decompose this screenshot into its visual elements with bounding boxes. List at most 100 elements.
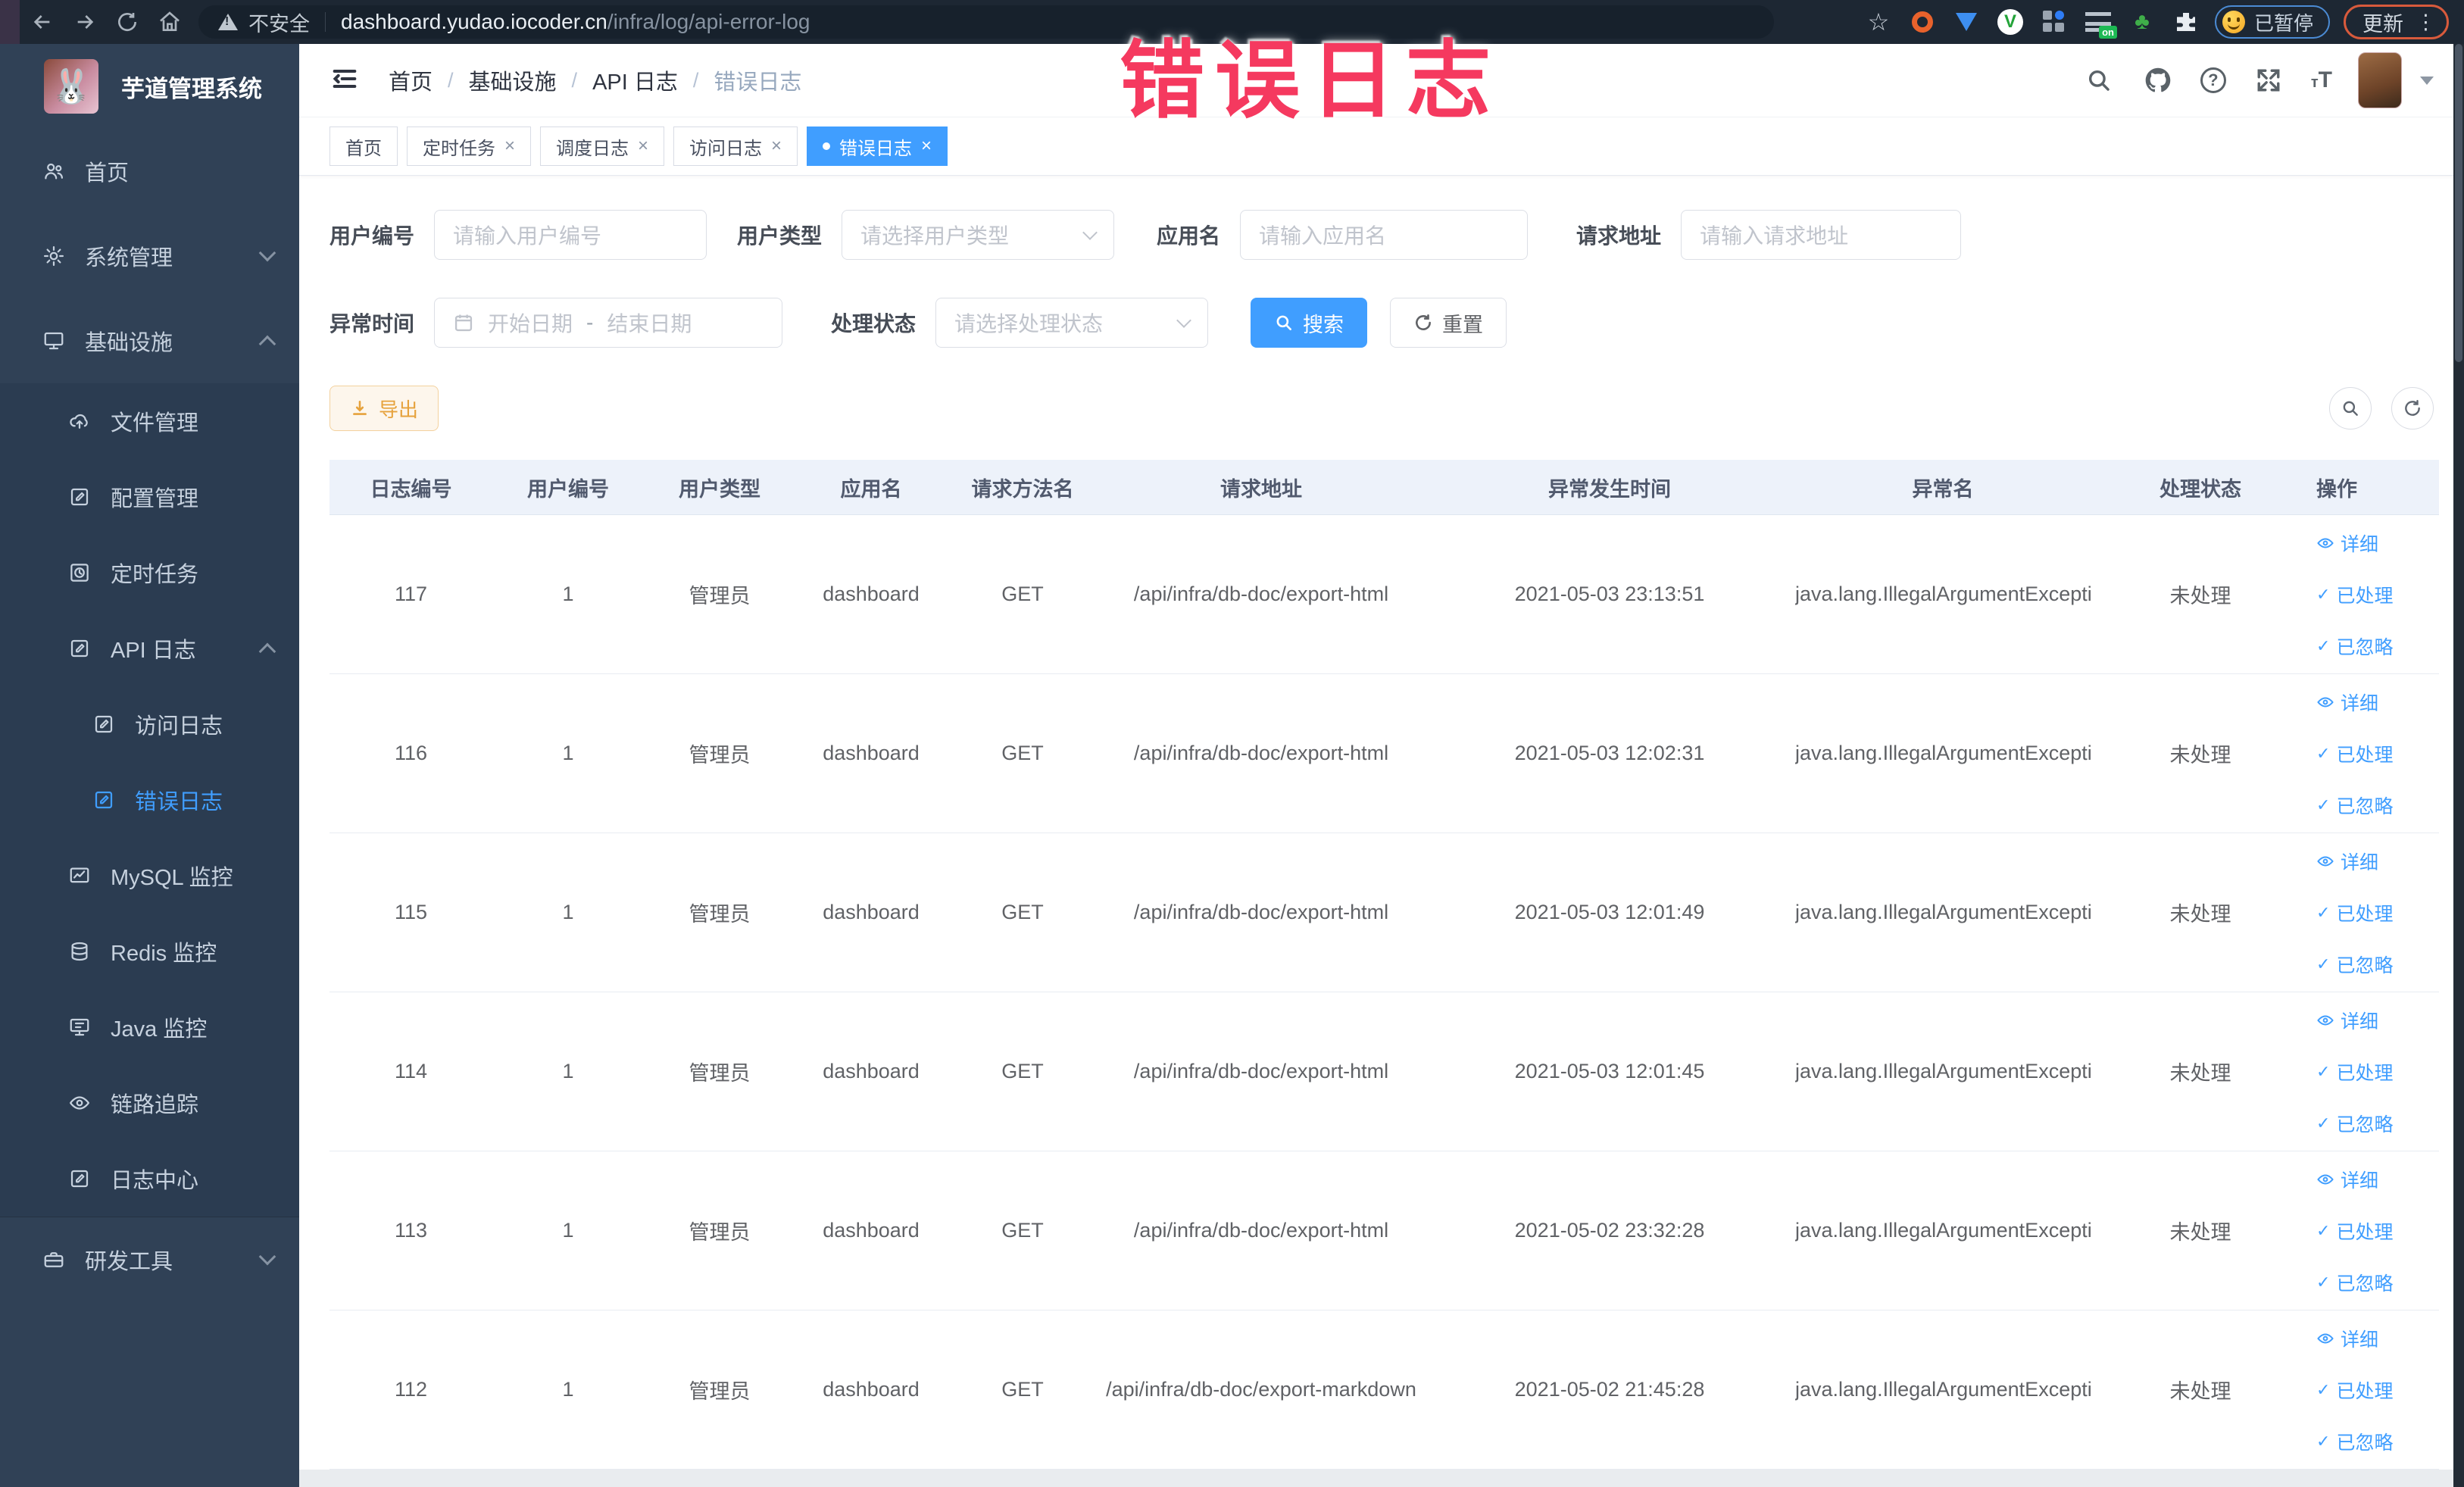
cell-method: GET <box>1001 1378 1044 1401</box>
mark-ignored-link[interactable]: ✓ 已忽略 <box>2316 633 2393 660</box>
table-header-row: 日志编号 用户编号 用户类型 应用名 请求方法名 请求地址 异常发生时间 异常名… <box>329 460 2439 515</box>
close-icon[interactable]: × <box>771 136 782 157</box>
refresh-table-button[interactable] <box>2391 387 2434 430</box>
extension-leaf-icon[interactable]: ♣ <box>2127 7 2157 37</box>
tag-schedule-log[interactable]: 调度日志 × <box>540 127 665 166</box>
sidebar-item-java-monitor[interactable]: Java 监控 <box>0 989 299 1065</box>
bookmark-star-icon[interactable]: ☆ <box>1863 7 1894 37</box>
user-type-label: 用户类型 <box>737 224 823 248</box>
browser-forward-icon[interactable] <box>64 0 106 44</box>
row-actions: 详细 ✓ 已处理 ✓ 已忽略 <box>2316 1325 2439 1455</box>
sidebar-item-api-log[interactable]: API 日志 <box>0 611 299 686</box>
sidebar-item-error-log[interactable]: 错误日志 <box>0 762 299 838</box>
address-bar[interactable]: 不安全 dashboard.yudao.iocoder.cn /infra/lo… <box>198 5 1774 39</box>
browser-menu-icon[interactable]: ⋮ <box>2416 12 2436 33</box>
sidebar-item-redis-monitor[interactable]: Redis 监控 <box>0 914 299 989</box>
extension-on-badge-icon[interactable]: on <box>2083 7 2117 39</box>
close-icon[interactable]: × <box>921 136 932 157</box>
mark-processed-link[interactable]: ✓ 已处理 <box>2316 1376 2393 1404</box>
sidebar-item-scheduled-jobs[interactable]: 定时任务 <box>0 535 299 611</box>
sidebar-item-config-management[interactable]: 配置管理 <box>0 459 299 535</box>
user-type-select[interactable]: 请选择用户类型 <box>842 210 1115 260</box>
sidebar-item-access-log[interactable]: 访问日志 <box>0 686 299 762</box>
avatar-caret-icon[interactable] <box>2420 76 2434 85</box>
paused-extension-pill[interactable]: 已暂停 <box>2214 5 2330 39</box>
security-label[interactable]: 不安全 <box>248 8 310 37</box>
url-domain[interactable]: dashboard.yudao.iocoder.cn <box>341 10 607 34</box>
reset-button[interactable]: 重置 <box>1390 298 1507 348</box>
mark-processed-link[interactable]: ✓ 已处理 <box>2316 581 2393 608</box>
detail-link[interactable]: 详细 <box>2316 1166 2378 1193</box>
col-user-id: 用户编号 <box>527 477 609 501</box>
sidebar-fold-icon[interactable] <box>329 64 360 98</box>
detail-link[interactable]: 详细 <box>2316 848 2378 875</box>
sidebar-item-home[interactable]: 首页 <box>0 129 299 214</box>
mark-processed-link[interactable]: ✓ 已处理 <box>2316 1058 2393 1086</box>
sidebar-item-infrastructure[interactable]: 基础设施 <box>0 298 299 383</box>
app-name-input[interactable]: 请输入应用名 <box>1240 210 1529 260</box>
tag-scheduled-jobs[interactable]: 定时任务 × <box>407 127 532 166</box>
mark-ignored-link[interactable]: ✓ 已忽略 <box>2316 951 2393 978</box>
browser-update-button[interactable]: 更新 ⋮ <box>2344 5 2449 39</box>
sidebar-item-log-center[interactable]: 日志中心 <box>0 1141 299 1217</box>
close-icon[interactable]: × <box>504 136 515 157</box>
mark-ignored-link[interactable]: ✓ 已忽略 <box>2316 1428 2393 1455</box>
extension-orange-icon[interactable] <box>1907 7 1938 37</box>
font-size-icon[interactable]: тT <box>2311 67 2332 93</box>
tag-home[interactable]: 首页 <box>329 127 398 166</box>
toggle-search-button[interactable] <box>2329 387 2372 430</box>
eye-icon <box>2317 1332 2334 1344</box>
sidebar-item-dev-tools[interactable]: 研发工具 <box>0 1217 299 1301</box>
mark-ignored-link[interactable]: ✓ 已忽略 <box>2316 1269 2393 1296</box>
sidebar-item-mysql-monitor[interactable]: MySQL 监控 <box>0 838 299 914</box>
mark-processed-link[interactable]: ✓ 已处理 <box>2316 899 2393 926</box>
user-id-input[interactable]: 请输入用户编号 <box>434 210 707 260</box>
export-button[interactable]: 导出 <box>329 386 439 431</box>
cell-user-id: 1 <box>562 1060 574 1082</box>
breadcrumb-api-log[interactable]: API 日志 <box>592 64 678 96</box>
cell-url: /api/infra/db-doc/export-html <box>1133 583 1389 605</box>
url-path[interactable]: /infra/log/api-error-log <box>607 10 810 34</box>
extension-green-v-icon[interactable]: V <box>1995 7 2025 37</box>
process-status-select[interactable]: 请选择处理状态 <box>935 298 1209 348</box>
extensions-puzzle-icon[interactable] <box>2171 7 2201 37</box>
mark-processed-link[interactable]: ✓ 已处理 <box>2316 740 2393 767</box>
detail-link[interactable]: 详细 <box>2316 530 2378 557</box>
sidebar-item-file-management[interactable]: 文件管理 <box>0 383 299 459</box>
user-avatar[interactable] <box>2358 52 2402 108</box>
github-icon[interactable] <box>2141 64 2175 97</box>
sidebar-item-label: 定时任务 <box>111 563 199 587</box>
search-icon[interactable] <box>2082 64 2116 97</box>
sidebar-item-label: 错误日志 <box>135 790 223 814</box>
mark-ignored-link[interactable]: ✓ 已忽略 <box>2316 792 2393 819</box>
close-icon[interactable]: × <box>638 136 648 157</box>
extension-blue-icon[interactable] <box>1951 7 1982 37</box>
tag-error-log[interactable]: 错误日志 × <box>807 127 948 166</box>
fullscreen-icon[interactable] <box>2252 64 2285 97</box>
tag-access-log[interactable]: 访问日志 × <box>673 127 798 166</box>
cell-user-type: 管理员 <box>689 1062 751 1085</box>
exception-time-range-picker[interactable]: 开始日期 - 结束日期 <box>434 298 783 348</box>
mark-processed-link[interactable]: ✓ 已处理 <box>2316 1217 2393 1245</box>
breadcrumb-infrastructure[interactable]: 基础设施 <box>469 64 557 96</box>
detail-link[interactable]: 详细 <box>2316 1007 2378 1034</box>
detail-link[interactable]: 详细 <box>2316 689 2378 716</box>
browser-home-icon[interactable] <box>148 0 191 44</box>
cell-exception: java.lang.IllegalArgumentException <box>1795 742 2091 764</box>
extension-grid-icon[interactable] <box>2039 7 2069 37</box>
detail-link[interactable]: 详细 <box>2316 1325 2378 1352</box>
browser-scrollbar[interactable] <box>2453 44 2464 1487</box>
request-url-input[interactable]: 请输入请求地址 <box>1681 210 1962 260</box>
search-button[interactable]: 搜索 <box>1251 298 1368 348</box>
sidebar-item-trace[interactable]: 链路追踪 <box>0 1065 299 1141</box>
breadcrumb-home[interactable]: 首页 <box>389 64 433 96</box>
row-actions: 详细 ✓ 已处理 ✓ 已忽略 <box>2316 848 2439 978</box>
app-logo: 🐰 <box>44 59 98 114</box>
sidebar-item-system[interactable]: 系统管理 <box>0 214 299 298</box>
browser-reload-icon[interactable] <box>106 0 148 44</box>
col-url: 请求地址 <box>1220 477 1302 501</box>
help-icon[interactable]: ? <box>2200 67 2226 93</box>
browser-back-icon[interactable] <box>21 0 64 44</box>
app-logo-row[interactable]: 🐰 芋道管理系统 <box>0 44 299 129</box>
mark-ignored-link[interactable]: ✓ 已忽略 <box>2316 1110 2393 1137</box>
